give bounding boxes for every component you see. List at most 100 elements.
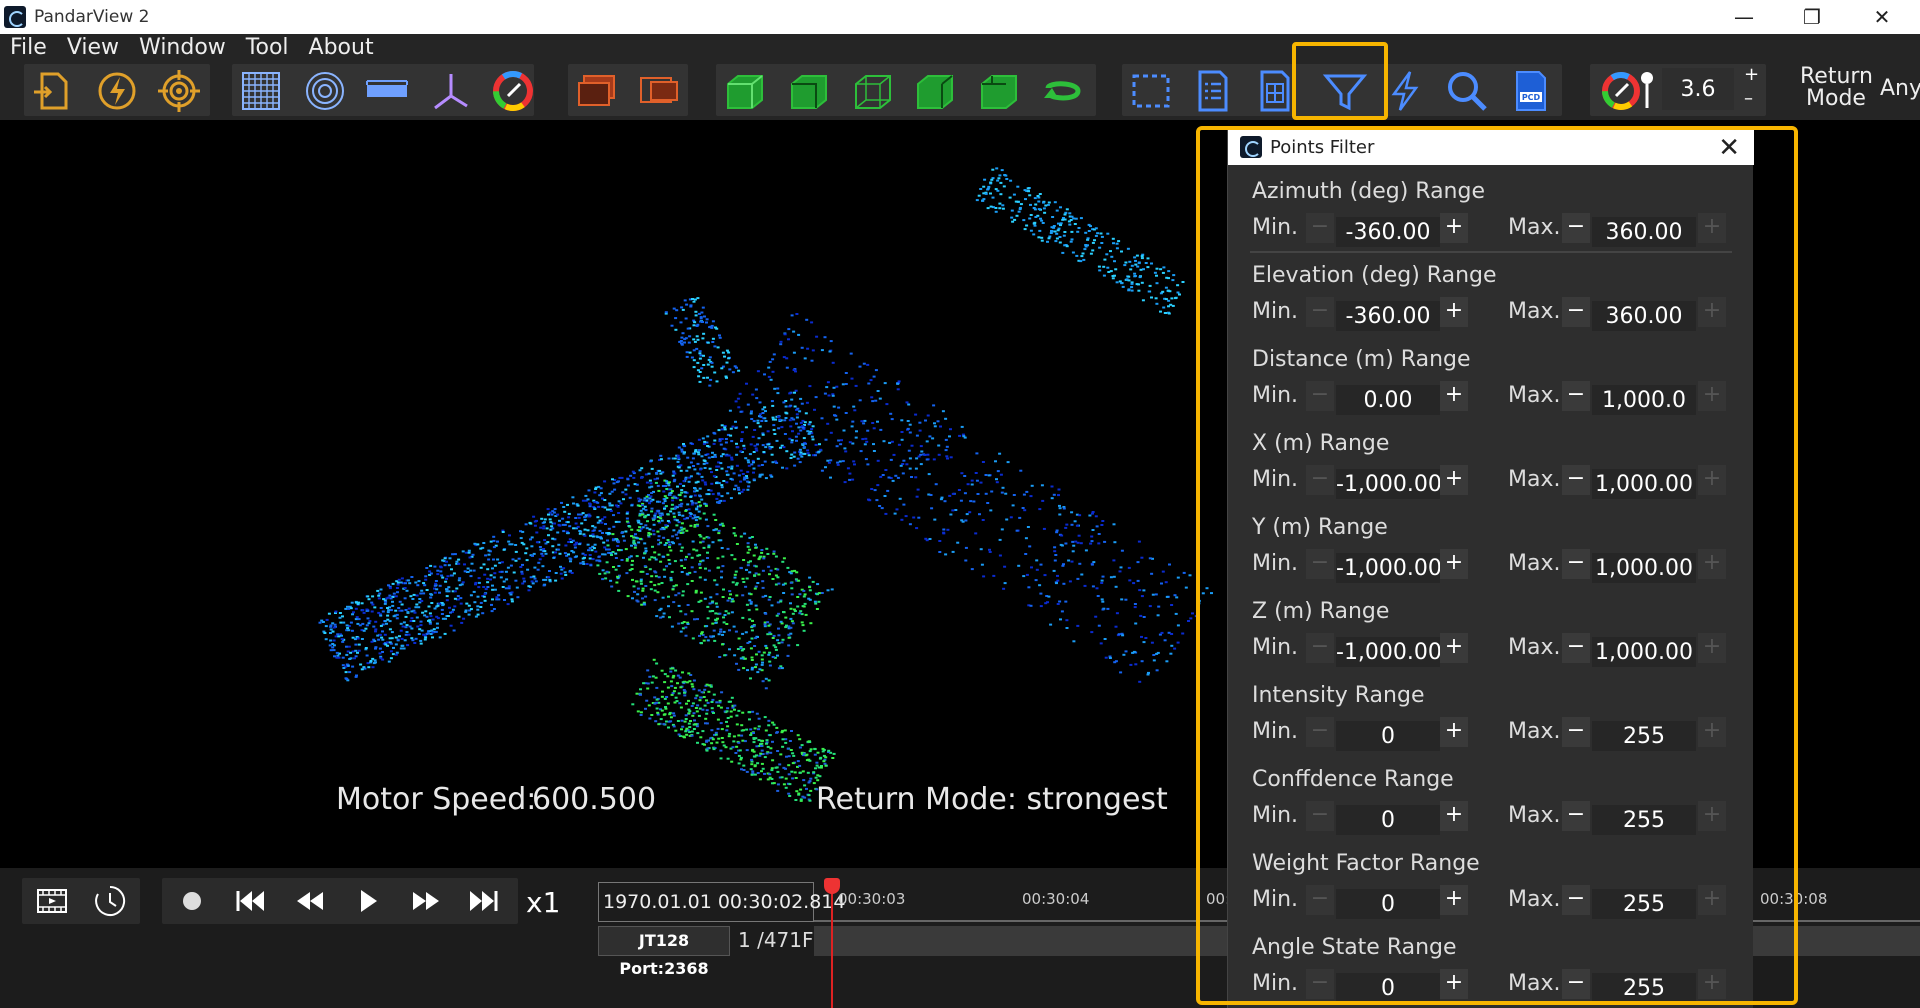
menu-about[interactable]: About [299, 34, 384, 62]
skip-to-start-button[interactable] [224, 878, 276, 924]
min-increment-button[interactable]: + [1440, 969, 1468, 999]
min-decrement-button[interactable]: − [1306, 717, 1334, 747]
max-decrement-button[interactable]: − [1562, 549, 1590, 579]
close-icon[interactable]: ✕ [1718, 133, 1740, 163]
record-button[interactable] [166, 878, 218, 924]
max-increment-button[interactable]: + [1698, 465, 1726, 495]
max-increment-button[interactable]: + [1698, 717, 1726, 747]
return-mode-select[interactable]: Any [1880, 76, 1920, 101]
min-value-input[interactable]: -1,000.00 [1336, 637, 1442, 667]
max-increment-button[interactable]: + [1698, 297, 1726, 327]
max-value-input[interactable]: 360.00 [1592, 301, 1696, 331]
max-decrement-button[interactable]: − [1562, 885, 1590, 915]
timestamp-field[interactable]: 1970.01.01 00:30:02.814 [598, 882, 845, 922]
time-mode-button[interactable] [84, 878, 136, 924]
min-increment-button[interactable]: + [1440, 465, 1468, 495]
max-decrement-button[interactable]: − [1562, 801, 1590, 831]
max-decrement-button[interactable]: − [1562, 381, 1590, 411]
view-cube-front-button[interactable] [716, 65, 774, 117]
menu-view[interactable]: View [57, 34, 129, 62]
min-value-input[interactable]: 0 [1336, 889, 1440, 919]
minimize-button[interactable]: — [1714, 0, 1774, 34]
menu-file[interactable]: File [0, 34, 57, 62]
min-decrement-button[interactable]: − [1306, 633, 1334, 663]
min-increment-button[interactable]: + [1440, 633, 1468, 663]
min-value-input[interactable]: -360.00 [1336, 217, 1440, 247]
min-decrement-button[interactable]: − [1306, 213, 1334, 243]
point-size-value[interactable]: 3.6 [1662, 68, 1734, 110]
open-file-button[interactable] [24, 65, 82, 117]
min-value-input[interactable]: 0.00 [1336, 385, 1440, 415]
axis-button[interactable] [422, 65, 480, 117]
min-decrement-button[interactable]: − [1306, 381, 1334, 411]
frame-compare-button[interactable] [630, 65, 688, 117]
max-value-input[interactable]: 255 [1592, 889, 1696, 919]
max-value-input[interactable]: 255 [1592, 973, 1696, 1003]
min-increment-button[interactable]: + [1440, 717, 1468, 747]
max-decrement-button[interactable]: − [1562, 633, 1590, 663]
max-decrement-button[interactable]: − [1562, 297, 1590, 327]
export-pcd-button[interactable]: PCD [1502, 65, 1560, 117]
view-cube-right-button[interactable] [906, 65, 964, 117]
max-decrement-button[interactable]: − [1562, 465, 1590, 495]
fast-forward-button[interactable] [400, 878, 452, 924]
min-value-input[interactable]: 0 [1336, 973, 1440, 1003]
min-increment-button[interactable]: + [1440, 549, 1468, 579]
min-decrement-button[interactable]: − [1306, 297, 1334, 327]
min-value-input[interactable]: -1,000.00 [1336, 553, 1442, 583]
rotate-view-button[interactable] [1034, 65, 1092, 117]
grid-button[interactable] [232, 65, 290, 117]
min-increment-button[interactable]: + [1440, 885, 1468, 915]
max-value-input[interactable]: 255 [1592, 805, 1696, 835]
view-cube-left-button[interactable] [970, 65, 1028, 117]
min-value-input[interactable]: -360.00 [1336, 301, 1440, 331]
max-decrement-button[interactable]: − [1562, 213, 1590, 243]
menu-window[interactable]: Window [129, 34, 236, 62]
close-button[interactable]: ✕ [1852, 0, 1912, 34]
ruler-button[interactable] [358, 65, 416, 117]
max-increment-button[interactable]: + [1698, 381, 1726, 411]
playback-speed[interactable]: x1 [526, 886, 560, 919]
max-value-input[interactable]: 1,000.00 [1592, 637, 1696, 667]
min-decrement-button[interactable]: − [1306, 885, 1334, 915]
max-value-input[interactable]: 255 [1592, 721, 1696, 751]
max-increment-button[interactable]: + [1698, 969, 1726, 999]
min-value-input[interactable]: 0 [1336, 721, 1440, 751]
min-increment-button[interactable]: + [1440, 297, 1468, 327]
max-value-input[interactable]: 1,000.00 [1592, 553, 1696, 583]
max-value-input[interactable]: 360.00 [1592, 217, 1696, 247]
min-value-input[interactable]: 0 [1336, 805, 1440, 835]
port-tag[interactable]: JT128 Port:2368 [598, 926, 730, 978]
rewind-button[interactable] [284, 878, 336, 924]
max-decrement-button[interactable]: − [1562, 717, 1590, 747]
point-info-button[interactable] [1184, 65, 1242, 117]
point-size-increase-button[interactable]: + [1744, 64, 1759, 85]
video-mode-button[interactable] [26, 878, 78, 924]
restore-button[interactable]: ❐ [1782, 0, 1842, 34]
min-decrement-button[interactable]: − [1306, 549, 1334, 579]
max-increment-button[interactable]: + [1698, 885, 1726, 915]
max-value-input[interactable]: 1,000.0 [1592, 385, 1696, 415]
max-increment-button[interactable]: + [1698, 213, 1726, 243]
play-button[interactable] [342, 878, 394, 924]
min-value-input[interactable]: -1,000.00 [1336, 469, 1442, 499]
skip-to-end-button[interactable] [458, 878, 510, 924]
search-button[interactable] [1438, 65, 1496, 117]
target-button[interactable] [150, 65, 208, 117]
connect-lidar-button[interactable] [88, 65, 146, 117]
menu-tool[interactable]: Tool [236, 34, 299, 62]
view-cube-top-button[interactable] [844, 65, 902, 117]
min-decrement-button[interactable]: − [1306, 465, 1334, 495]
min-increment-button[interactable]: + [1440, 381, 1468, 411]
max-increment-button[interactable]: + [1698, 549, 1726, 579]
max-decrement-button[interactable]: − [1562, 969, 1590, 999]
select-region-button[interactable] [1122, 65, 1180, 117]
polar-grid-button[interactable] [296, 65, 354, 117]
point-size-decrease-button[interactable]: – [1744, 88, 1753, 109]
playhead-handle[interactable] [824, 878, 840, 894]
color-map-button[interactable] [484, 65, 542, 117]
min-decrement-button[interactable]: − [1306, 801, 1334, 831]
frame-overlay-button[interactable] [568, 65, 626, 117]
min-increment-button[interactable]: + [1440, 213, 1468, 243]
min-decrement-button[interactable]: − [1306, 969, 1334, 999]
